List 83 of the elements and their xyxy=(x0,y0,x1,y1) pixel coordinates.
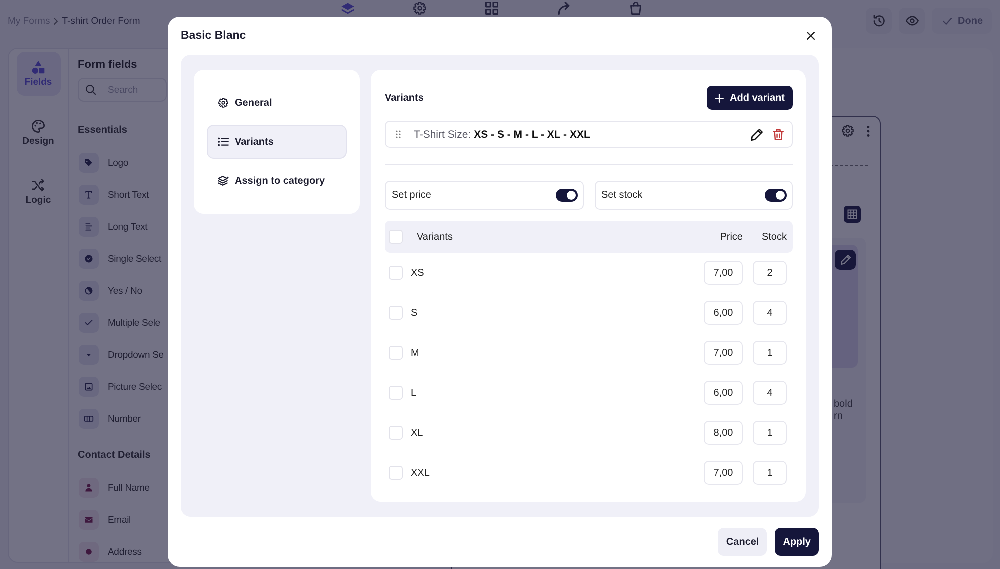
share-icon[interactable] xyxy=(557,2,571,15)
price-input[interactable]: 7,00 xyxy=(704,461,743,485)
list-icon xyxy=(218,137,229,147)
price-input[interactable]: 7,00 xyxy=(704,341,743,365)
check-icon xyxy=(79,313,99,333)
history-button[interactable] xyxy=(866,8,892,34)
stock-input[interactable]: 4 xyxy=(753,301,787,325)
letter-t-icon xyxy=(79,185,99,205)
column-header: Price xyxy=(719,232,743,242)
section-heading: Variants xyxy=(385,92,424,104)
pencil-icon xyxy=(840,255,850,265)
checkbox[interactable] xyxy=(389,266,403,280)
check-icon xyxy=(943,18,952,24)
form-title: T-shirt Order Form xyxy=(62,16,140,26)
panel-title: Form fields xyxy=(78,58,138,72)
image-icon xyxy=(79,377,99,397)
preview-button[interactable] xyxy=(899,8,925,34)
drag-handle-icon[interactable] xyxy=(396,130,401,139)
toggle-label: Set price xyxy=(392,190,432,201)
variant-group-text: T-Shirt Size: XS - S - M - L - XL - XXL xyxy=(414,128,590,140)
close-icon[interactable] xyxy=(807,32,815,40)
layers-icon[interactable] xyxy=(341,2,355,15)
shapes-icon xyxy=(32,60,45,74)
variant-label: XL xyxy=(411,428,424,438)
settings-icon[interactable] xyxy=(413,2,427,15)
stack-icon xyxy=(218,176,229,186)
caret-down-icon xyxy=(79,345,99,365)
checkbox[interactable] xyxy=(389,466,403,480)
palette-icon xyxy=(32,120,45,132)
more-icon[interactable] xyxy=(867,126,870,136)
toggle-switch[interactable] xyxy=(556,189,578,202)
modal-title: Basic Blanc xyxy=(181,30,246,42)
price-input[interactable]: 6,00 xyxy=(704,381,743,405)
column-header: Variants xyxy=(417,232,454,242)
shuffle-icon xyxy=(32,178,45,192)
stock-input[interactable]: 1 xyxy=(753,341,787,365)
history-icon xyxy=(872,15,886,27)
search-icon xyxy=(86,85,96,95)
variant-label: XS xyxy=(411,268,426,278)
nav-item[interactable]: Variants xyxy=(207,125,347,159)
price-input[interactable]: 7,00 xyxy=(704,261,743,285)
settings-icon[interactable] xyxy=(842,125,854,137)
checkbox[interactable] xyxy=(389,346,403,360)
stock-input[interactable]: 1 xyxy=(753,421,787,445)
variant-label: S xyxy=(411,308,419,318)
checkbox[interactable] xyxy=(389,386,403,400)
column-header: Stock xyxy=(760,232,787,242)
gear-icon xyxy=(218,98,229,108)
pencil-icon[interactable] xyxy=(751,128,763,140)
bag-icon[interactable] xyxy=(629,2,643,15)
toggle-label: Set stock xyxy=(602,190,643,201)
edit-button[interactable] xyxy=(835,250,856,270)
stock-input[interactable]: 1 xyxy=(753,461,787,485)
person-icon xyxy=(79,478,99,498)
variant-label: M xyxy=(411,348,420,358)
price-input[interactable]: 8,00 xyxy=(704,421,743,445)
price-input[interactable]: 6,00 xyxy=(704,301,743,325)
table-icon[interactable] xyxy=(844,206,861,223)
toggle-switch[interactable] xyxy=(765,189,787,202)
section-heading: Contact Details xyxy=(78,449,151,463)
cancel-button[interactable]: Cancel xyxy=(718,528,768,556)
plus-icon xyxy=(714,94,724,102)
checkbox[interactable] xyxy=(389,230,403,244)
eye-icon xyxy=(906,15,918,27)
checkbox[interactable] xyxy=(389,426,403,440)
apply-button[interactable]: Apply xyxy=(775,528,819,556)
text-lines-icon xyxy=(79,217,99,237)
section-heading: Essentials xyxy=(78,124,128,138)
envelope-icon xyxy=(79,510,99,530)
nav-item[interactable]: General xyxy=(207,86,347,120)
stock-input[interactable]: 4 xyxy=(753,381,787,405)
number-box-icon xyxy=(79,409,99,429)
nav-item[interactable]: Assign to category xyxy=(207,164,347,198)
grid-icon[interactable] xyxy=(485,2,499,15)
chevron-right-icon xyxy=(54,18,58,24)
variant-label: XXL xyxy=(411,468,431,478)
stock-input[interactable]: 2 xyxy=(753,261,787,285)
checkbox[interactable] xyxy=(389,306,403,320)
add-variant-button[interactable]: Add variant xyxy=(706,86,793,110)
tag-icon xyxy=(79,153,99,173)
variant-label: L xyxy=(411,388,418,398)
trash-icon[interactable] xyxy=(773,128,784,140)
description-text: bold rn xyxy=(834,399,854,423)
